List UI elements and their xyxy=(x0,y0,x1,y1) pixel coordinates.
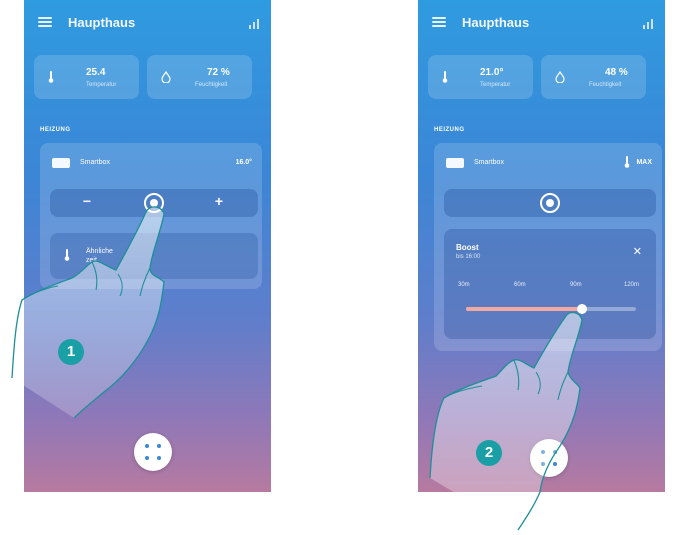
thermometer-small-icon xyxy=(64,249,70,261)
slider-thumb[interactable] xyxy=(576,304,587,314)
humidity-value: 72 % xyxy=(207,67,230,78)
signal-icon xyxy=(249,19,259,29)
thermometer-icon xyxy=(48,71,54,83)
zone-card: Smartbox MAX Boost bis 16:00 ✕ 30m 60m 9… xyxy=(434,143,662,351)
boost-mode-button[interactable] xyxy=(540,193,560,213)
app-header: Haupthaus xyxy=(24,10,271,38)
setpoint-control xyxy=(444,189,656,217)
apps-button[interactable] xyxy=(134,433,172,471)
temperature-value: 21.0° xyxy=(480,67,504,78)
phone-screen-left: Haupthaus 25.4 Temperatur 72 % Feuchtigk… xyxy=(24,0,271,492)
slider-tick-label: 120m xyxy=(624,282,640,288)
grid-icon xyxy=(145,444,161,460)
humidity-label: Feuchtigkeit xyxy=(195,82,228,88)
setpoint-knob-button[interactable] xyxy=(144,193,164,213)
section-heading: HEIZUNG xyxy=(434,127,465,133)
phone-screen-right: Haupthaus 21.0° Temperatur 48 % Feuchtig… xyxy=(418,0,665,492)
close-boost-button[interactable]: ✕ xyxy=(633,245,642,258)
radiator-icon xyxy=(52,158,70,168)
status-line-1: Ähnliche xyxy=(86,248,113,255)
zone-mode: MAX xyxy=(636,159,652,166)
home-title: Haupthaus xyxy=(462,15,530,30)
grid-icon xyxy=(541,450,557,466)
slider-tick-label: 90m xyxy=(570,282,582,288)
humidity-value: 48 % xyxy=(605,67,628,78)
apps-button[interactable] xyxy=(530,439,568,477)
app-header: Haupthaus xyxy=(418,10,665,38)
status-line-2: zeit xyxy=(86,257,97,264)
zone-name: Smartbox xyxy=(474,159,504,166)
zone-temperature: 16.0° xyxy=(235,159,252,166)
humidity-icon xyxy=(161,71,171,83)
increase-button[interactable]: + xyxy=(212,193,226,209)
temperature-label: Temperatur xyxy=(480,82,511,88)
boost-panel: Boost bis 16:00 ✕ 30m 60m 90m 120m xyxy=(444,229,656,339)
boost-duration-slider[interactable] xyxy=(466,304,636,314)
temperature-value: 25.4 xyxy=(86,67,106,78)
humidity-icon xyxy=(555,71,565,83)
step-2-badge: 2 xyxy=(476,440,502,466)
boost-title: Boost xyxy=(456,243,479,252)
setpoint-control: − + xyxy=(50,189,258,217)
zone-card: Smartbox 16.0° − + Ähnliche zeit xyxy=(40,143,262,289)
slider-tick-label: 60m xyxy=(514,282,526,288)
decrease-button[interactable]: − xyxy=(80,193,94,209)
humidity-label: Feuchtigkeit xyxy=(589,82,622,88)
radiator-icon xyxy=(446,158,464,168)
signal-icon xyxy=(643,19,653,29)
boost-until: bis 16:00 xyxy=(456,254,481,260)
section-heading: HEIZUNG xyxy=(40,127,71,133)
step-1-badge: 1 xyxy=(58,339,84,365)
menu-icon[interactable] xyxy=(432,17,446,27)
temperature-tile[interactable]: 25.4 Temperatur xyxy=(34,55,139,99)
humidity-tile[interactable]: 72 % Feuchtigkeit xyxy=(147,55,252,99)
temperature-tile[interactable]: 21.0° Temperatur xyxy=(428,55,533,99)
zone-name: Smartbox xyxy=(80,159,110,166)
thermometer-icon xyxy=(442,71,448,83)
menu-icon[interactable] xyxy=(38,17,52,27)
home-title: Haupthaus xyxy=(68,15,136,30)
slider-tick-label: 30m xyxy=(458,282,470,288)
humidity-tile[interactable]: 48 % Feuchtigkeit xyxy=(541,55,646,99)
temperature-label: Temperatur xyxy=(86,82,117,88)
thermometer-small-icon xyxy=(624,156,630,168)
slider-fill xyxy=(466,307,582,311)
status-panel[interactable]: Ähnliche zeit xyxy=(50,233,258,279)
